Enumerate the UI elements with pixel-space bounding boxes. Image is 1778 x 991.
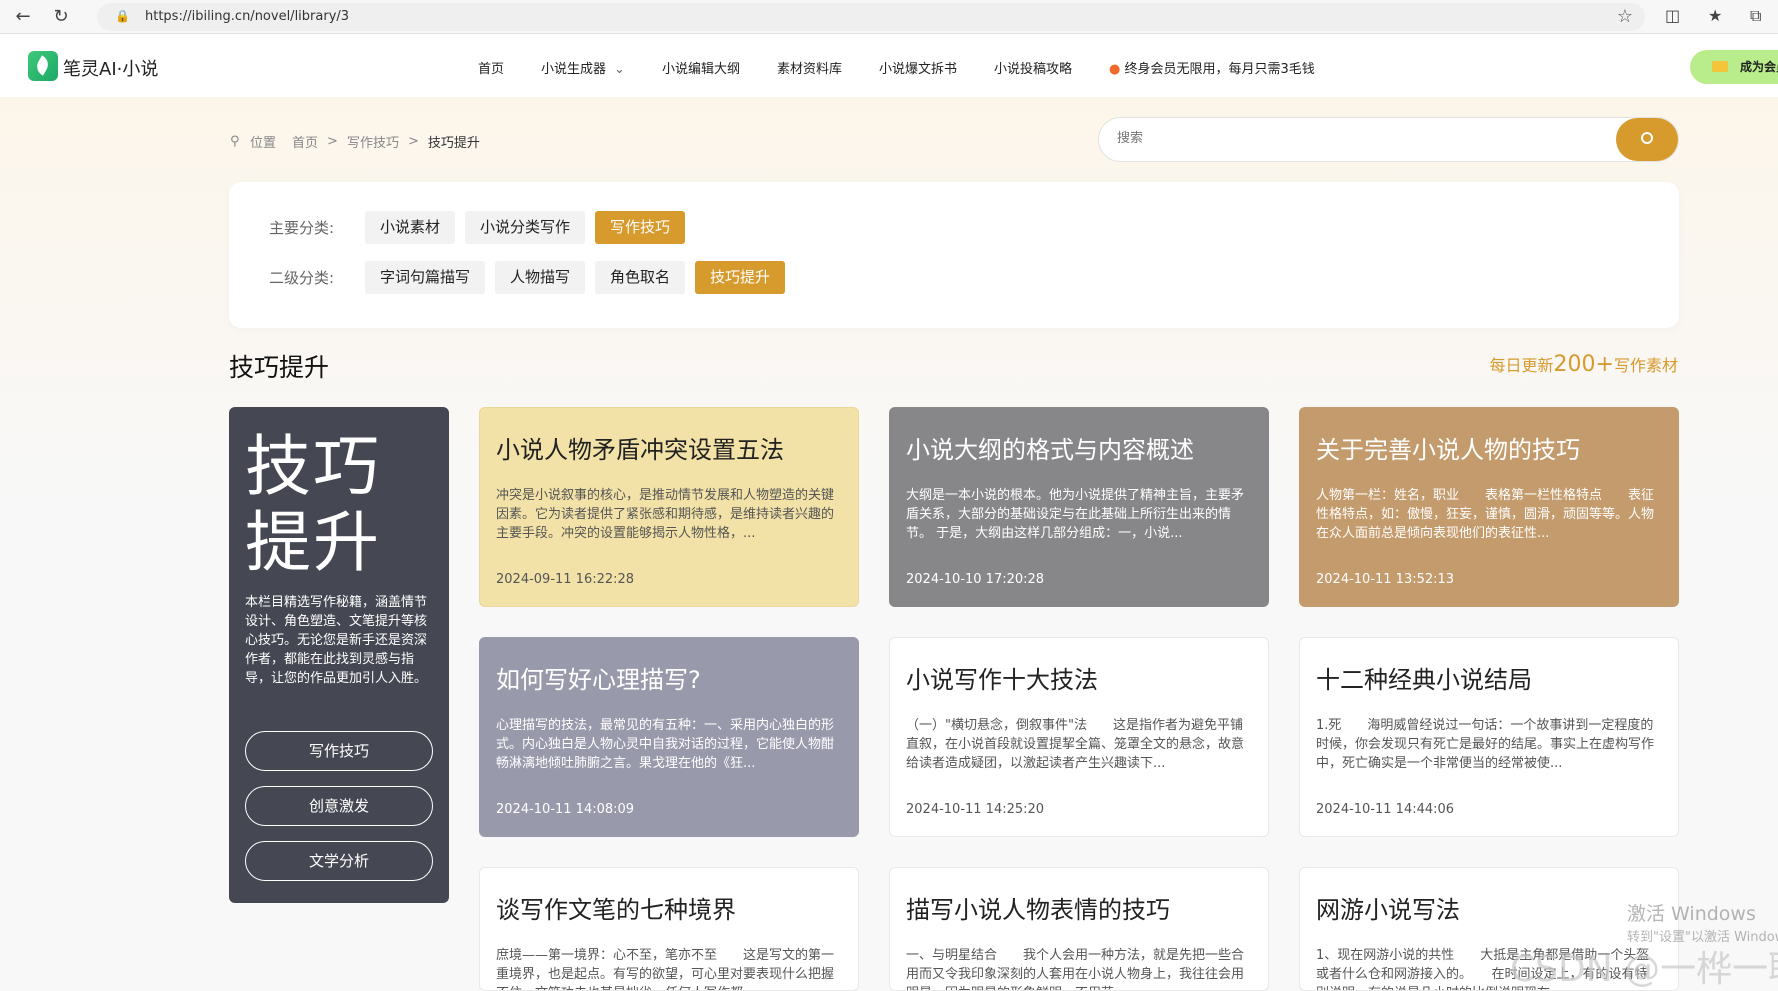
- location-pin-icon: ⚲: [230, 134, 240, 149]
- breadcrumb-current: 技巧提升: [427, 136, 480, 151]
- card-title: 十二种经典小说结局: [1316, 666, 1532, 694]
- lock-icon: 🔒: [115, 9, 130, 23]
- nav-material-library[interactable]: 素材资料库: [777, 58, 842, 77]
- creative-inspiration-button[interactable]: 创意激发: [245, 786, 433, 826]
- search-icon: [1641, 132, 1653, 144]
- card-title: 网游小说写法: [1316, 896, 1460, 924]
- chip-character-description[interactable]: 人物描写: [495, 261, 586, 294]
- daily-update-tag: 每日更新200+写作素材: [1490, 352, 1678, 377]
- chevron-down-icon: ⌄: [614, 62, 625, 77]
- nav-home[interactable]: 首页: [478, 58, 504, 77]
- breadcrumb-location-label: 位置: [250, 136, 277, 151]
- card-summary: 冲突是小说叙事的核心，是推动情节发展和人物塑造的关键因素。它为读者提供了紧张感和…: [496, 488, 835, 541]
- intro-panel: 技巧 提升 本栏目精选写作秘籍，涵盖情节设计、角色塑造、文笔提升等核心技巧。无论…: [229, 407, 449, 903]
- card-summary: 庶境——第一境界：心不至，笔亦不至 这是写文的第一重境界，也是起点。有写的欲望，…: [496, 948, 835, 990]
- card-summary: 1.死 海明威曾经说过一句话：一个故事讲到一定程度的时候，你会发现只有死亡是最好…: [1316, 718, 1655, 771]
- breadcrumb-home[interactable]: 首页: [292, 132, 318, 151]
- article-card[interactable]: 小说人物矛盾冲突设置五法 冲突是小说叙事的核心，是推动情节发展和人物塑造的关键因…: [479, 407, 859, 607]
- nav-novel-generator-label: 小说生成器: [541, 62, 607, 77]
- card-summary: 大纲是一本小说的根本。他为小说提供了精神主旨，主要矛盾关系，大部分的基础设定与在…: [906, 488, 1245, 541]
- nav-promo[interactable]: ● 终身会员无限用，每月只需3毛钱: [1109, 58, 1315, 77]
- article-card[interactable]: 十二种经典小说结局 1.死 海明威曾经说过一句话：一个故事讲到一定程度的时候，你…: [1299, 637, 1679, 837]
- chip-character-naming[interactable]: 角色取名: [595, 261, 686, 294]
- tag-suffix: 写作素材: [1613, 356, 1678, 375]
- card-date: 2024-09-11 16:22:28: [496, 572, 635, 587]
- article-card[interactable]: 谈写作文笔的七种境界 庶境——第一境界：心不至，笔亦不至 这是写文的第一重境界，…: [479, 867, 859, 991]
- card-title: 关于完善小说人物的技巧: [1316, 436, 1580, 464]
- breadcrumb-separator: >: [407, 134, 419, 149]
- breadcrumb: ⚲ 位置 首页 > 写作技巧 > 技巧提升: [230, 132, 480, 151]
- card-summary: 一、与明星结合 我个人会用一种方法，就是先把一些合用而又令我印象深刻的人套用在小…: [906, 948, 1245, 990]
- secondary-filter-label: 二级分类:: [269, 269, 335, 287]
- card-date: 2024-10-11 14:08:09: [496, 802, 635, 817]
- card-summary: 心理描写的技法，最常见的有五种：一、采用内心独白的形式。内心独白是人物心灵中自我…: [496, 718, 835, 771]
- article-card[interactable]: 如何写好心理描写? 心理描写的技法，最常见的有五种：一、采用内心独白的形式。内心…: [479, 637, 859, 837]
- nav-submission-guide[interactable]: 小说投稿攻略: [994, 58, 1072, 77]
- card-title: 小说大纲的格式与内容概述: [906, 436, 1194, 464]
- fire-icon: ●: [1109, 62, 1121, 77]
- back-icon[interactable]: ←: [12, 6, 34, 28]
- card-date: 2024-10-11 14:44:06: [1316, 802, 1455, 817]
- search-input[interactable]: [1117, 130, 1557, 145]
- browser-toolbar: ← ↻ 🔒 https://ibiling.cn/novel/library/3…: [0, 0, 1778, 34]
- intro-heading-line2: 提升: [245, 504, 381, 581]
- chip-novel-genre-writing[interactable]: 小说分类写作: [465, 211, 586, 244]
- intro-heading-line1: 技巧: [245, 428, 381, 505]
- refresh-icon[interactable]: ↻: [50, 6, 72, 28]
- writing-tips-button[interactable]: 写作技巧: [245, 731, 433, 771]
- intro-description: 本栏目精选写作秘籍，涵盖情节设计、角色塑造、文笔提升等核心技巧。无论您是新手还是…: [245, 595, 428, 686]
- card-date: 2024-10-10 17:20:28: [906, 572, 1045, 587]
- nav-book-breakdown[interactable]: 小说爆文拆书: [879, 58, 957, 77]
- literary-analysis-button[interactable]: 文学分析: [245, 841, 433, 881]
- card-title: 小说写作十大技法: [906, 666, 1098, 694]
- favorites-icon[interactable]: ★: [1708, 6, 1722, 25]
- chip-skill-improvement[interactable]: 技巧提升: [695, 261, 786, 294]
- favorite-star-icon[interactable]: ☆: [1617, 6, 1633, 27]
- windows-activation-watermark: 激活 Windows: [1627, 903, 1756, 925]
- secondary-filter-row: 二级分类: 字词句篇描写 人物描写 角色取名 技巧提升: [269, 261, 795, 294]
- breadcrumb-separator: >: [327, 134, 338, 149]
- card-title: 描写小说人物表情的技巧: [906, 896, 1170, 924]
- section-title-text: 技巧提升: [229, 353, 330, 382]
- article-card[interactable]: 小说大纲的格式与内容概述 大纲是一本小说的根本。他为小说提供了精神主旨，主要矛盾…: [889, 407, 1269, 607]
- site-header: 笔灵AI·小说 首页 小说生成器 ⌄ 小说编辑大纲 素材资料库 小说爆文拆书 小说…: [0, 34, 1778, 97]
- tag-prefix: 每日更新: [1489, 356, 1554, 375]
- nav-novel-generator[interactable]: 小说生成器 ⌄: [541, 58, 625, 77]
- intro-heading: 技巧 提升: [245, 429, 381, 581]
- chip-word-sentence-description[interactable]: 字词句篇描写: [365, 261, 486, 294]
- article-card[interactable]: 描写小说人物表情的技巧 一、与明星结合 我个人会用一种方法，就是先把一些合用而又…: [889, 867, 1269, 991]
- address-bar[interactable]: 🔒 https://ibiling.cn/novel/library/3 ☆: [97, 3, 1645, 31]
- split-view-icon[interactable]: ◫: [1665, 6, 1680, 25]
- main-nav: 首页 小说生成器 ⌄ 小说编辑大纲 素材资料库 小说爆文拆书 小说投稿攻略 ● 终…: [478, 58, 1352, 77]
- card-date: 2024-10-11 13:52:13: [1316, 572, 1455, 587]
- csdn-overlay-watermark: CSDN @一桦一聊AI: [1510, 949, 1778, 990]
- search-box: [1098, 117, 1679, 162]
- logo-feather-icon[interactable]: [28, 51, 58, 81]
- card-date: 2024-10-11 14:25:20: [906, 802, 1045, 817]
- nav-outline-editor[interactable]: 小说编辑大纲: [662, 58, 740, 77]
- primary-filter-label: 主要分类:: [269, 219, 335, 237]
- card-title: 小说人物矛盾冲突设置五法: [496, 436, 784, 464]
- breadcrumb-writing-tips[interactable]: 写作技巧: [347, 132, 399, 151]
- chip-novel-material[interactable]: 小说素材: [365, 211, 456, 244]
- card-summary: （一）"横切悬念，倒叙事件"法 这是指作者为避免平铺直叙，在小说首段就设置提挈全…: [906, 718, 1245, 771]
- logo-text[interactable]: 笔灵AI·小说: [63, 55, 158, 81]
- promo-text: 终身会员无限用，每月只需3毛钱: [1124, 62, 1315, 77]
- card-title: 谈写作文笔的七种境界: [496, 896, 736, 924]
- section-title: 技巧提升: [229, 348, 329, 384]
- article-card[interactable]: 小说写作十大技法 （一）"横切悬念，倒叙事件"法 这是指作者为避免平铺直叙，在小…: [889, 637, 1269, 837]
- tag-number: 200+: [1553, 352, 1614, 377]
- url-text: https://ibiling.cn/novel/library/3: [145, 9, 350, 24]
- primary-filter-row: 主要分类: 小说素材 小说分类写作 写作技巧: [269, 211, 695, 244]
- collections-icon[interactable]: ⧉: [1750, 6, 1761, 26]
- search-button[interactable]: [1616, 118, 1678, 161]
- card-summary: 人物第一栏：姓名，职业 表格第一栏性格特点 表征性格特点，如：傲慢，狂妄，谨慎，…: [1316, 488, 1655, 541]
- card-title: 如何写好心理描写?: [496, 666, 701, 694]
- filter-card: 主要分类: 小说素材 小说分类写作 写作技巧 二级分类: 字词句篇描写 人物描写…: [229, 182, 1679, 328]
- chip-writing-tips[interactable]: 写作技巧: [595, 211, 686, 244]
- article-card[interactable]: 关于完善小说人物的技巧 人物第一栏：姓名，职业 表格第一栏性格特点 表征性格特点…: [1299, 407, 1679, 607]
- become-member-button[interactable]: 成为会员: [1690, 50, 1778, 84]
